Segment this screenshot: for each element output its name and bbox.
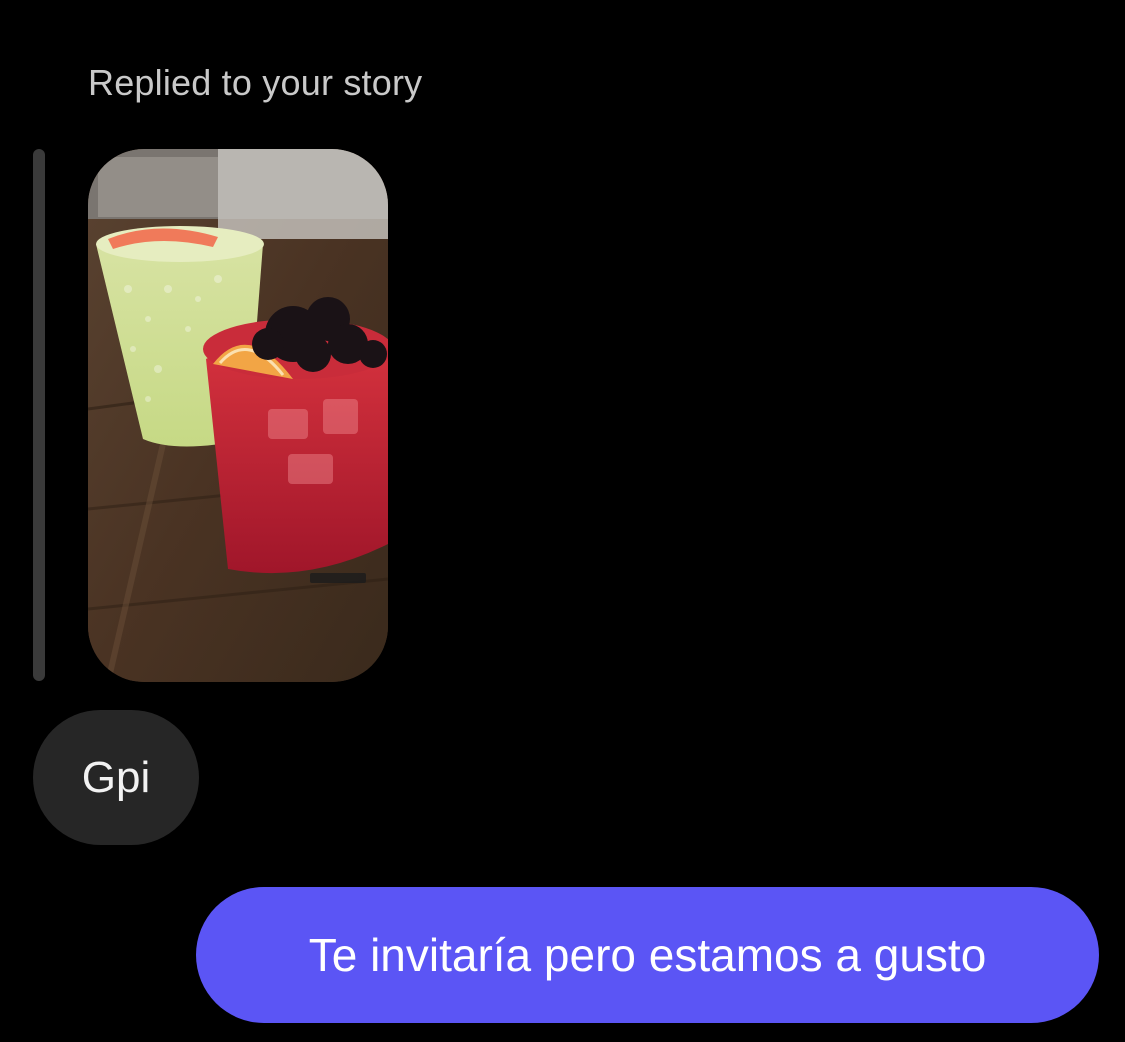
story-thumbnail[interactable] — [88, 149, 388, 682]
incoming-message-bubble[interactable]: Gpi — [33, 710, 199, 845]
outgoing-message-bubble[interactable]: Te invitaría pero estamos a gusto — [196, 887, 1099, 1023]
incoming-message-text: Gpi — [81, 752, 151, 802]
story-reply-indicator-bar — [33, 149, 45, 681]
story-image — [88, 149, 388, 682]
outgoing-message-text: Te invitaría pero estamos a gusto — [308, 929, 987, 981]
story-reply-caption: Replied to your story — [88, 62, 423, 103]
